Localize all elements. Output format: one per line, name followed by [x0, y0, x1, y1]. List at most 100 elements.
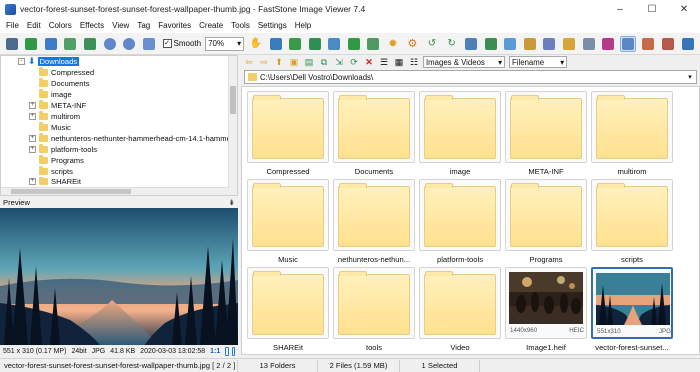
fullscreen-icon[interactable]: [268, 36, 284, 52]
menu-colors[interactable]: Colors: [45, 21, 76, 30]
thumbnail-folder-video[interactable]: Video: [419, 267, 501, 353]
thumbnail-folder-multirom[interactable]: multirom: [591, 91, 673, 177]
thumbnail-image1-heif[interactable]: 1440x960 HEIC Image1.heif: [505, 267, 587, 353]
thumbnail-folder-tools[interactable]: tools: [333, 267, 415, 353]
expand-icon[interactable]: +: [29, 146, 36, 153]
delete-x-icon[interactable]: ✕: [363, 56, 375, 68]
menu-tag[interactable]: Tag: [133, 21, 154, 30]
layout-preview-icon[interactable]: [660, 36, 676, 52]
email-icon[interactable]: [326, 36, 342, 52]
delete-icon[interactable]: [600, 36, 616, 52]
menu-effects[interactable]: Effects: [76, 21, 108, 30]
menu-create[interactable]: Create: [195, 21, 227, 30]
maximize-button[interactable]: ☐: [636, 0, 668, 18]
scroll-thumb[interactable]: [230, 86, 236, 114]
menu-view[interactable]: View: [108, 21, 133, 30]
menu-favorites[interactable]: Favorites: [154, 21, 195, 30]
save-as-icon[interactable]: [63, 36, 79, 52]
list-view-icon[interactable]: ☷: [408, 56, 420, 68]
up-folder-icon[interactable]: ⬆: [273, 56, 285, 68]
thumbnail-folder-programs[interactable]: Programs: [505, 179, 587, 265]
thumbnail-vector-forest-sunset[interactable]: 551x310 JPG vector-forest-sunset...: [591, 267, 673, 353]
new-folder-icon[interactable]: ▣: [288, 56, 300, 68]
fit-window-icon[interactable]: [82, 36, 98, 52]
expand-view-icon[interactable]: [231, 346, 235, 356]
crop-icon[interactable]: [346, 36, 362, 52]
thumbnail-folder-music[interactable]: Music: [247, 179, 329, 265]
filter-dropdown[interactable]: Images & Videos ▾: [423, 56, 505, 68]
draw-icon[interactable]: [542, 36, 558, 52]
sun-icon[interactable]: ✹: [385, 36, 401, 52]
chevron-down-icon[interactable]: ▾: [684, 73, 696, 81]
thumbnail-folder-nethunteros[interactable]: nethunteros-nethun...: [333, 179, 415, 265]
wallpaper-icon[interactable]: [522, 36, 538, 52]
expand-icon[interactable]: +: [29, 102, 36, 109]
menu-settings[interactable]: Settings: [254, 21, 291, 30]
layout-full-icon[interactable]: [680, 36, 696, 52]
thumbnail-folder-compressed[interactable]: Compressed: [247, 91, 329, 177]
batch-icon[interactable]: [483, 36, 499, 52]
thumbnail-folder-scripts[interactable]: scripts: [591, 179, 673, 265]
zoom-ratio[interactable]: 1:1: [210, 348, 220, 355]
menu-tools[interactable]: Tools: [227, 21, 254, 30]
expand-icon[interactable]: +: [29, 178, 36, 185]
tree-item-programs[interactable]: Programs: [29, 155, 84, 166]
thumbnail-folder-meta-inf[interactable]: META-INF: [505, 91, 587, 177]
refresh-icon[interactable]: ⟳: [348, 56, 360, 68]
thumbnail-folder-shareit[interactable]: SHAREit: [247, 267, 329, 353]
scanner-icon[interactable]: [561, 36, 577, 52]
path-field[interactable]: C:\Users\Dell Vostro\Downloads\ ▾: [244, 70, 697, 84]
tree-item-meta-inf[interactable]: + META-INF: [29, 100, 86, 111]
layout-browser-icon[interactable]: [620, 35, 636, 52]
open-folder-icon[interactable]: [24, 36, 40, 52]
menu-help[interactable]: Help: [291, 21, 315, 30]
contact-sheet-icon[interactable]: [463, 36, 479, 52]
thumbnail-folder-image[interactable]: image: [419, 91, 501, 177]
thumbnail-folder-documents[interactable]: Documents: [333, 91, 415, 177]
collapse-icon[interactable]: -: [18, 58, 25, 65]
tree-item-music[interactable]: Music: [29, 122, 71, 133]
thumbnail-folder-platform-tools[interactable]: platform-tools: [419, 179, 501, 265]
print-icon[interactable]: [581, 36, 597, 52]
forward-arrow-icon[interactable]: ⇨: [258, 56, 270, 68]
fit-icon[interactable]: [225, 346, 229, 356]
save-icon[interactable]: [43, 36, 59, 52]
tree-item-scripts[interactable]: scripts: [29, 166, 73, 177]
hand-tool-icon[interactable]: ✋: [248, 36, 264, 52]
actual-size-icon[interactable]: [141, 36, 157, 52]
copy-icon[interactable]: ⧉: [318, 56, 330, 68]
rotate-right-icon[interactable]: ↻: [444, 36, 460, 52]
compare-icon[interactable]: [307, 36, 323, 52]
pin-icon[interactable]: ⇟: [229, 198, 235, 207]
tree-item-compressed[interactable]: Compressed: [29, 67, 94, 78]
menu-edit[interactable]: Edit: [23, 21, 45, 30]
rotate-left-icon[interactable]: ↺: [424, 36, 440, 52]
tree-item-nethunteros[interactable]: + nethunteros-nethunter-hammerhead-cm-14…: [29, 133, 231, 144]
tree-item-downloads[interactable]: - ⬇ Downloads: [18, 56, 80, 67]
tree-item-multirom[interactable]: + multirom: [29, 111, 80, 122]
tree-item-documents[interactable]: Documents: [29, 78, 89, 89]
zoom-select[interactable]: 70% ▾: [205, 36, 245, 51]
back-arrow-icon[interactable]: ⇦: [243, 56, 255, 68]
minimize-button[interactable]: –: [604, 0, 636, 18]
details-view-icon[interactable]: ☰: [378, 56, 390, 68]
preview-image[interactable]: [0, 208, 238, 345]
close-button[interactable]: ✕: [668, 0, 700, 18]
expand-icon[interactable]: +: [29, 113, 36, 120]
move-icon[interactable]: ⇲: [333, 56, 345, 68]
tree-item-image[interactable]: image: [29, 89, 72, 100]
layout-thumbs-icon[interactable]: [640, 36, 656, 52]
sort-dropdown[interactable]: Filename ▾: [509, 56, 567, 68]
tree-item-platform-tools[interactable]: + platform-tools: [29, 144, 97, 155]
menu-file[interactable]: File: [2, 21, 23, 30]
settings-gear-icon[interactable]: ⚙: [405, 36, 421, 52]
image-info-icon[interactable]: [502, 36, 518, 52]
zoom-in-icon[interactable]: [102, 36, 118, 52]
tree-item-shareit[interactable]: + SHAREit: [29, 177, 81, 186]
thumbs-view-icon[interactable]: ▦: [393, 56, 405, 68]
camera-icon[interactable]: [4, 36, 20, 52]
tree-vertical-scrollbar[interactable]: [228, 56, 237, 195]
smooth-checkbox[interactable]: ✓ Smooth: [162, 39, 201, 48]
slideshow-icon[interactable]: [287, 36, 303, 52]
resize-icon[interactable]: [366, 36, 382, 52]
